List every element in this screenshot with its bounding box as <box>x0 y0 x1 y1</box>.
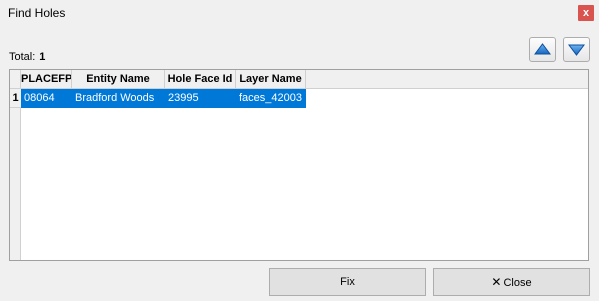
row-header-column <box>10 89 21 260</box>
table-cell-hole-face-id[interactable]: 23995 <box>165 89 236 108</box>
window-close-button[interactable]: x <box>578 5 594 21</box>
window-title: Find Holes <box>8 6 66 20</box>
column-header-hole-face-id[interactable]: Hole Face Id <box>165 70 236 89</box>
table-cell-placefp[interactable]: 08064 <box>21 89 72 108</box>
fix-button-label: Fix <box>340 276 355 288</box>
fix-button[interactable]: Fix <box>269 268 426 296</box>
header-filler <box>306 70 588 89</box>
move-down-button[interactable] <box>563 37 590 62</box>
table-cell-layer-name[interactable]: faces_42003 <box>236 89 306 108</box>
total-label: Total: <box>9 51 36 63</box>
move-up-button[interactable] <box>529 37 556 62</box>
close-button[interactable]: ✕ Close <box>433 268 590 296</box>
close-icon: ✕ <box>491 275 502 289</box>
column-header-placefp[interactable]: PLACEFP <box>21 70 72 89</box>
title-bar: Find Holes x <box>0 0 599 26</box>
column-header-entity-name[interactable]: Entity Name <box>72 70 165 89</box>
close-button-label: Close <box>503 277 532 289</box>
arrow-down-icon <box>568 44 585 56</box>
total-summary: Total: 1 <box>9 51 45 63</box>
column-header-layer-name[interactable]: Layer Name <box>236 70 306 89</box>
table-cell-entity-name[interactable]: Bradford Woods <box>72 89 165 108</box>
results-table[interactable]: PLACEFP Entity Name Hole Face Id Layer N… <box>9 69 589 261</box>
arrow-up-icon <box>534 43 551 55</box>
row-header-1[interactable]: 1 <box>10 89 21 108</box>
total-count: 1 <box>39 51 46 63</box>
table-corner[interactable] <box>10 70 21 89</box>
